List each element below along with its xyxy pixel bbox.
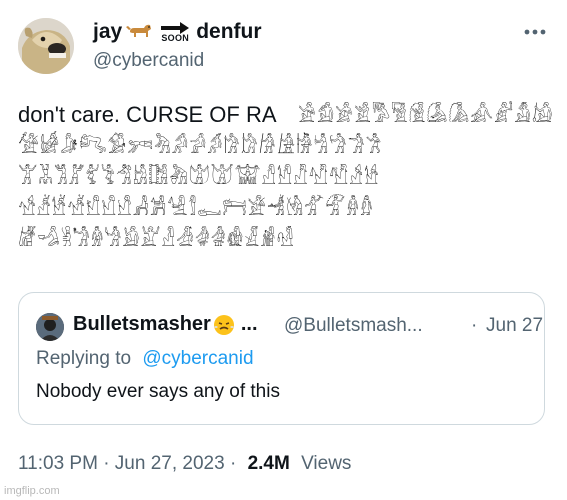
quote-name-ellipsis: ... xyxy=(240,313,258,335)
quote-display-name[interactable]: Bulletsmasher ... xyxy=(73,313,258,336)
quote-text: Nobody ever says any of this xyxy=(36,381,280,402)
replying-to: Replying to @cybercanid xyxy=(36,348,254,370)
more-icon xyxy=(524,29,546,35)
hieroglyph-line: 𓀍𓀎𓀏𓀐𓀑𓀒𓀓𓀔𓀕𓀖𓀗𓀘𓀙𓀚𓀛𓀜𓀝𓀞𓀟 xyxy=(18,134,383,158)
tweet-timestamp[interactable]: 11:03 PM · Jun 27, 2023 · xyxy=(18,453,236,474)
soon-arrow-emoji: SOON xyxy=(158,21,192,43)
replying-to-handle-link[interactable]: @cybercanid xyxy=(142,348,253,369)
display-name-first: jay xyxy=(93,20,123,43)
user-handle[interactable]: @cybercanid xyxy=(93,50,204,72)
avatar-dog-image xyxy=(18,18,74,74)
quoted-tweet[interactable]: Bulletsmasher ... @Bulletsmash... · Jun … xyxy=(18,292,545,425)
quote-separator: · xyxy=(471,315,478,336)
dog-emoji xyxy=(126,20,154,44)
tweet-meta: 11:03 PM · Jun 27, 2023 · 2.4M Views xyxy=(18,453,351,475)
tweet-text-words: don't care. CURSE OF RA xyxy=(18,102,277,127)
display-name[interactable]: jay SOON denfur xyxy=(93,20,262,44)
hieroglyph-line: 𓀠𓀡𓀢𓀣𓀤𓀥𓀦𓀧𓀨𓀩𓀪𓀫𓀬𓀭𓀮𓀯𓀰𓀱𓀲𓀳 xyxy=(18,165,380,189)
replying-to-label: Replying to xyxy=(36,348,132,369)
quote-avatar[interactable] xyxy=(36,313,64,341)
display-name-last: denfur xyxy=(196,20,262,43)
hieroglyph-line: 𓀴𓀵𓀶𓀷𓀸𓀹𓀺𓀻𓀼𓀽𓀾𓀿𓁀𓁁𓁂𓁃𓁄𓁅𓁆𓁇 xyxy=(18,196,374,220)
quote-name-text: Bulletsmasher xyxy=(73,313,211,335)
views-label: Views xyxy=(301,453,352,474)
hieroglyph-line: 𓀀𓀁𓀂𓀃𓀄𓀅𓀆𓀇𓀈𓀉𓀊𓀋𓀌 xyxy=(298,103,554,127)
quote-date[interactable]: Jun 27 xyxy=(486,315,543,337)
quote-handle[interactable]: @Bulletsmash... xyxy=(284,315,423,337)
steaming-face-emoji xyxy=(213,314,235,336)
avatar[interactable] xyxy=(18,18,74,74)
more-button[interactable] xyxy=(520,22,550,42)
hieroglyph-line: 𓁈𓁉𓁊𓁋𓁌𓁍𓁎𓁏𓁐𓁑𓁒𓁓𓁔𓁕𓁖𓁗 xyxy=(18,227,295,251)
views-count: 2.4M xyxy=(247,453,290,474)
watermark: imgflip.com xyxy=(4,485,60,497)
